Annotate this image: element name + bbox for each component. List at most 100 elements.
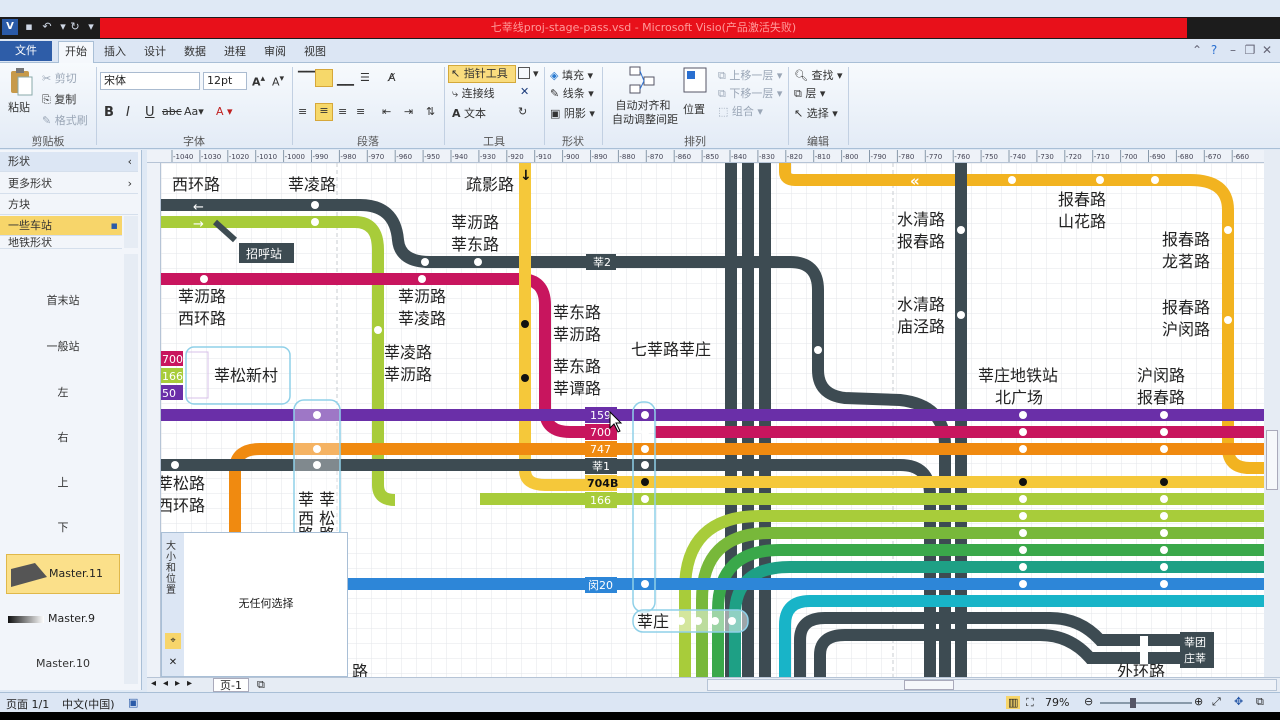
master-general-station[interactable]: 一般站: [6, 327, 120, 367]
align-center-icon[interactable]: ≡: [315, 103, 333, 121]
text-direction-icon[interactable]: ⇅: [426, 105, 435, 118]
doc-close-icon[interactable]: ✕: [1260, 43, 1274, 57]
shadow-button[interactable]: ▣ 阴影 ▾: [550, 105, 595, 121]
close-x-icon[interactable]: ✕: [520, 85, 529, 98]
connector-button[interactable]: ⤷ 连接线: [452, 85, 495, 101]
fill-button[interactable]: ◈ 填充 ▾: [550, 67, 593, 83]
tab-data[interactable]: 数据: [178, 43, 212, 61]
font-size-select[interactable]: 12pt: [203, 72, 247, 90]
stencil-item-fangkuai[interactable]: 方块: [0, 195, 138, 215]
master-10-item[interactable]: Master.10: [6, 644, 120, 684]
master-first-last-station[interactable]: 首末站: [6, 281, 120, 321]
rectangle-tool-icon[interactable]: [518, 67, 530, 79]
redo-icon[interactable]: ↻: [68, 20, 82, 34]
align-bottom-icon[interactable]: ▁▁: [337, 73, 354, 86]
bring-forward-button[interactable]: ⧉ 上移一层 ▾: [718, 67, 782, 83]
zoom-slider-thumb[interactable]: [1130, 698, 1136, 708]
visio-app-icon[interactable]: V: [2, 19, 18, 35]
copy-button[interactable]: ⎘ 复制: [42, 91, 76, 107]
zoom-in-icon[interactable]: ⊕: [1194, 695, 1203, 708]
text-rotate-icon[interactable]: A̸: [388, 71, 396, 84]
increase-indent-icon[interactable]: ⇥: [404, 105, 413, 118]
select-button[interactable]: ↖ 选择 ▾: [794, 105, 838, 121]
find-button[interactable]: 🔍︎ 查找 ▾: [794, 67, 843, 83]
doc-restore-icon[interactable]: ❐: [1243, 43, 1257, 57]
tab-design[interactable]: 设计: [138, 43, 172, 61]
tab-view[interactable]: 视图: [298, 43, 332, 61]
macro-icon[interactable]: ▣: [128, 696, 138, 709]
normal-view-icon[interactable]: ▥: [1006, 696, 1021, 709]
vertical-scrollbar[interactable]: [1264, 150, 1280, 677]
shrink-font-icon[interactable]: A▾: [272, 73, 284, 89]
master-left[interactable]: 左: [6, 373, 120, 413]
tab-insert[interactable]: 插入: [98, 43, 132, 61]
horizontal-scrollbar[interactable]: [707, 679, 1277, 691]
page-nav-arrows-icon[interactable]: ◂◂▸▸: [151, 678, 199, 689]
horizontal-ruler[interactable]: -1040 -1030 -1020 -1010 -1000 -990 -980 -970 -96…: [147, 150, 1264, 163]
align-top-icon[interactable]: ▔▔: [298, 71, 315, 84]
doc-minimize-icon[interactable]: –: [1226, 43, 1240, 57]
position-button[interactable]: 位置: [683, 101, 705, 117]
stencil-item-metro[interactable]: 地铁形状: [0, 237, 122, 249]
bold-icon[interactable]: B: [104, 105, 114, 120]
page-tab-1[interactable]: 页-1: [213, 678, 249, 692]
line-button[interactable]: ✎ 线条 ▾: [550, 85, 594, 101]
bullets-icon[interactable]: ☰: [360, 71, 370, 84]
more-shapes-item[interactable]: 更多形状 ›: [0, 174, 138, 194]
paste-icon[interactable]: [8, 67, 34, 97]
justify-icon[interactable]: ≡: [356, 105, 365, 118]
paste-button[interactable]: 粘贴: [8, 99, 30, 115]
master-11-item[interactable]: Master.11: [6, 554, 120, 594]
undo-icon[interactable]: ↶: [40, 20, 54, 34]
master-down[interactable]: 下: [6, 508, 120, 548]
insert-page-icon[interactable]: ⧉: [257, 678, 265, 692]
format-painter-button[interactable]: ✎ 格式刷: [42, 112, 88, 128]
stencil-scrollbar[interactable]: [124, 216, 138, 248]
grow-font-icon[interactable]: A▴: [252, 73, 265, 89]
customize-toolbar-icon[interactable]: ▾: [84, 20, 98, 34]
vertical-ruler[interactable]: [147, 163, 161, 677]
horizontal-scroll-thumb[interactable]: [904, 680, 954, 690]
shape-tool-dropdown-icon[interactable]: ▾: [533, 67, 539, 80]
align-left-icon[interactable]: ≡: [298, 105, 307, 118]
font-name-select[interactable]: 宋体: [100, 72, 200, 90]
text-tool-button[interactable]: A 文本: [452, 105, 486, 121]
align-right-icon[interactable]: ≡: [338, 105, 347, 118]
close-panel-icon[interactable]: ✕: [165, 655, 181, 671]
tab-file[interactable]: 文件: [0, 41, 52, 61]
tab-review[interactable]: 审阅: [258, 43, 292, 61]
collapse-panel-icon[interactable]: ‹: [128, 152, 132, 172]
fullscreen-icon[interactable]: ⛶: [1026, 696, 1034, 710]
save-icon[interactable]: ▪: [22, 20, 36, 34]
master-up[interactable]: 上: [6, 463, 120, 503]
cut-button[interactable]: ✂ 剪切: [42, 70, 77, 86]
connection-point-icon[interactable]: ↻: [518, 105, 527, 118]
italic-icon[interactable]: I: [126, 105, 130, 120]
master-9-item[interactable]: Master.9: [6, 600, 120, 640]
switch-windows-icon[interactable]: ⧉: [1256, 695, 1264, 709]
font-color-icon[interactable]: A ▾: [216, 105, 233, 118]
strikethrough-icon[interactable]: abc: [162, 105, 182, 118]
masters-scrollbar[interactable]: [124, 254, 138, 684]
zoom-out-icon[interactable]: ⊖: [1084, 695, 1093, 708]
help-icon[interactable]: ?: [1207, 43, 1221, 57]
save-stencil-icon[interactable]: ▪: [111, 216, 118, 236]
case-icon[interactable]: Aa▾: [184, 105, 204, 118]
fit-page-icon[interactable]: ⤢: [1212, 695, 1221, 709]
auto-align-button[interactable]: 自动对齐和 自动调整间距: [612, 99, 678, 127]
stencil-item-stations[interactable]: 一些车站 ▪: [0, 216, 122, 236]
master-right[interactable]: 右: [6, 418, 120, 458]
vertical-scroll-thumb[interactable]: [1266, 430, 1278, 490]
layers-button[interactable]: ⧉ 层 ▾: [794, 85, 825, 101]
align-middle-icon[interactable]: [315, 69, 333, 87]
group-button[interactable]: ⬚ 组合 ▾: [718, 103, 763, 119]
tab-process[interactable]: 进程: [218, 43, 252, 61]
zoom-level[interactable]: 79%: [1045, 696, 1069, 709]
tab-home[interactable]: 开始: [58, 41, 94, 63]
send-backward-button[interactable]: ⧉ 下移一层 ▾: [718, 85, 782, 101]
minimize-ribbon-icon[interactable]: ⌃: [1190, 43, 1204, 57]
zoom-slider[interactable]: [1100, 698, 1192, 708]
pointer-tool-button[interactable]: ↖ 指针工具: [448, 65, 516, 83]
decrease-indent-icon[interactable]: ⇤: [382, 105, 391, 118]
pin-panel-icon[interactable]: ⌖: [165, 633, 181, 649]
